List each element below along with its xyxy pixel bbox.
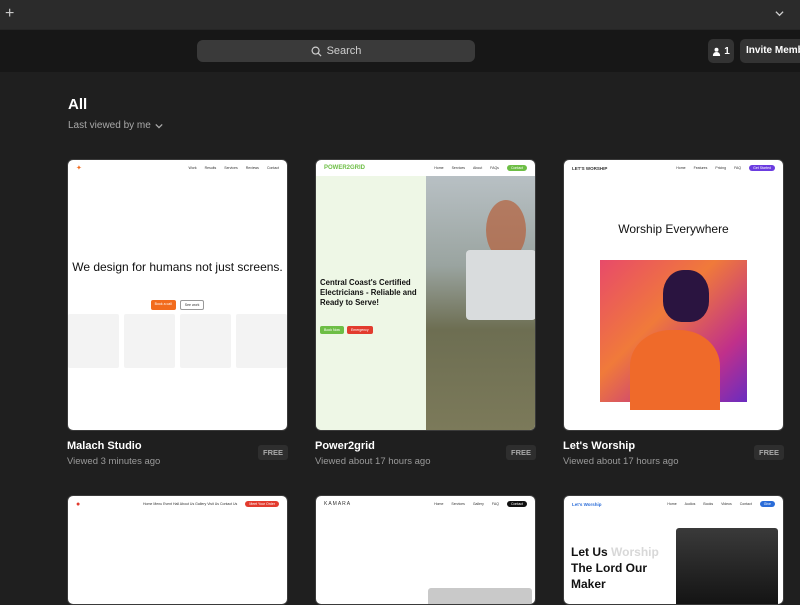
thumb-nav-links: Home Menu Event Hall About Us Gallery Vi… xyxy=(143,502,237,506)
project-thumbnail[interactable]: Let's Worship HomeAudiosBooksVideosConta… xyxy=(563,495,784,605)
thumb-photo xyxy=(676,528,778,605)
project-name: Let's Worship xyxy=(563,440,784,452)
project-thumbnail[interactable]: ● Home Menu Event Hall About Us Gallery … xyxy=(67,495,288,605)
thumb-nav: KAMARA HomeServicesGalleryFAQ Contact xyxy=(316,496,535,512)
thumb-buttons: Book a call See work xyxy=(68,300,287,310)
free-badge: FREE xyxy=(506,445,536,460)
thumb-nav: LET'S WORSHIP HomeFeaturesPricingFAQ Get… xyxy=(564,160,783,176)
thumb-logo: Let's Worship xyxy=(572,502,602,507)
thumb-logo: POWER2GRID xyxy=(324,165,365,171)
project-viewed: Viewed 3 minutes ago xyxy=(67,456,288,467)
tab-strip: + xyxy=(0,0,800,30)
project-card[interactable]: LET'S WORSHIP HomeFeaturesPricingFAQ Get… xyxy=(563,159,784,467)
app-header: Search 1 Invite Members xyxy=(0,30,800,72)
members-count: 1 xyxy=(724,46,730,57)
project-card[interactable]: KAMARA HomeServicesGalleryFAQ Contact xyxy=(315,495,536,605)
chevron-down-icon xyxy=(155,122,163,130)
project-thumbnail[interactable]: ✦ WorkResultsServicesReviewsContact We d… xyxy=(67,159,288,431)
thumb-nav: POWER2GRID HomeServicesAboutFAQs Contact xyxy=(316,160,535,176)
thumb-nav: ✦ WorkResultsServicesReviewsContact xyxy=(68,160,287,176)
thumb-cta: Meet Your Order xyxy=(245,501,279,507)
thumb-logo: KAMARA xyxy=(324,501,351,507)
thumb-hero-text: Let Us Worship The Lord Our Maker xyxy=(571,544,671,592)
search-icon xyxy=(311,46,322,57)
project-thumbnail[interactable]: LET'S WORSHIP HomeFeaturesPricingFAQ Get… xyxy=(563,159,784,431)
project-thumbnail[interactable]: POWER2GRID HomeServicesAboutFAQs Contact… xyxy=(315,159,536,431)
thumb-nav: ● Home Menu Event Hall About Us Gallery … xyxy=(68,496,287,512)
thumb-photo xyxy=(600,260,747,402)
project-thumbnail[interactable]: KAMARA HomeServicesGalleryFAQ Contact xyxy=(315,495,536,605)
invite-members-button[interactable]: Invite Members xyxy=(740,39,800,63)
thumb-buttons: Book Now Emergency xyxy=(320,326,373,334)
search-placeholder: Search xyxy=(327,45,362,57)
logo-icon: ● xyxy=(76,501,80,508)
sort-dropdown[interactable]: Last viewed by me xyxy=(68,120,163,131)
project-name: Malach Studio xyxy=(67,440,288,452)
page-title: All xyxy=(68,96,87,113)
thumb-hero-text: Worship Everywhere xyxy=(564,222,783,236)
project-viewed: Viewed about 17 hours ago xyxy=(315,456,536,467)
sort-label: Last viewed by me xyxy=(68,120,151,131)
thumb-nav: Let's Worship HomeAudiosBooksVideosConta… xyxy=(564,496,783,512)
thumb-logo: LET'S WORSHIP xyxy=(572,166,607,171)
thumb-hero-text: Central Coast's Certified Electricians -… xyxy=(320,278,428,308)
free-badge: FREE xyxy=(754,445,784,460)
plus-icon[interactable]: + xyxy=(5,5,14,23)
thumb-hero-text: We design for humans not just screens. xyxy=(68,260,287,275)
project-viewed: Viewed about 17 hours ago xyxy=(563,456,784,467)
project-card[interactable]: POWER2GRID HomeServicesAboutFAQs Contact… xyxy=(315,159,536,467)
members-button[interactable]: 1 xyxy=(708,39,734,63)
search-input[interactable]: Search xyxy=(197,40,475,62)
project-name: Power2grid xyxy=(315,440,536,452)
chevron-down-icon[interactable] xyxy=(775,9,784,18)
logo-icon: ✦ xyxy=(76,164,82,172)
project-card[interactable]: ✦ WorkResultsServicesReviewsContact We d… xyxy=(67,159,288,467)
project-card[interactable]: ● Home Menu Event Hall About Us Gallery … xyxy=(67,495,288,605)
thumb-gallery xyxy=(68,314,287,368)
thumb-photo xyxy=(426,176,536,431)
thumb-photo xyxy=(428,588,532,605)
free-badge: FREE xyxy=(258,445,288,460)
project-card[interactable]: Let's Worship HomeAudiosBooksVideosConta… xyxy=(563,495,784,605)
user-icon xyxy=(712,47,721,56)
